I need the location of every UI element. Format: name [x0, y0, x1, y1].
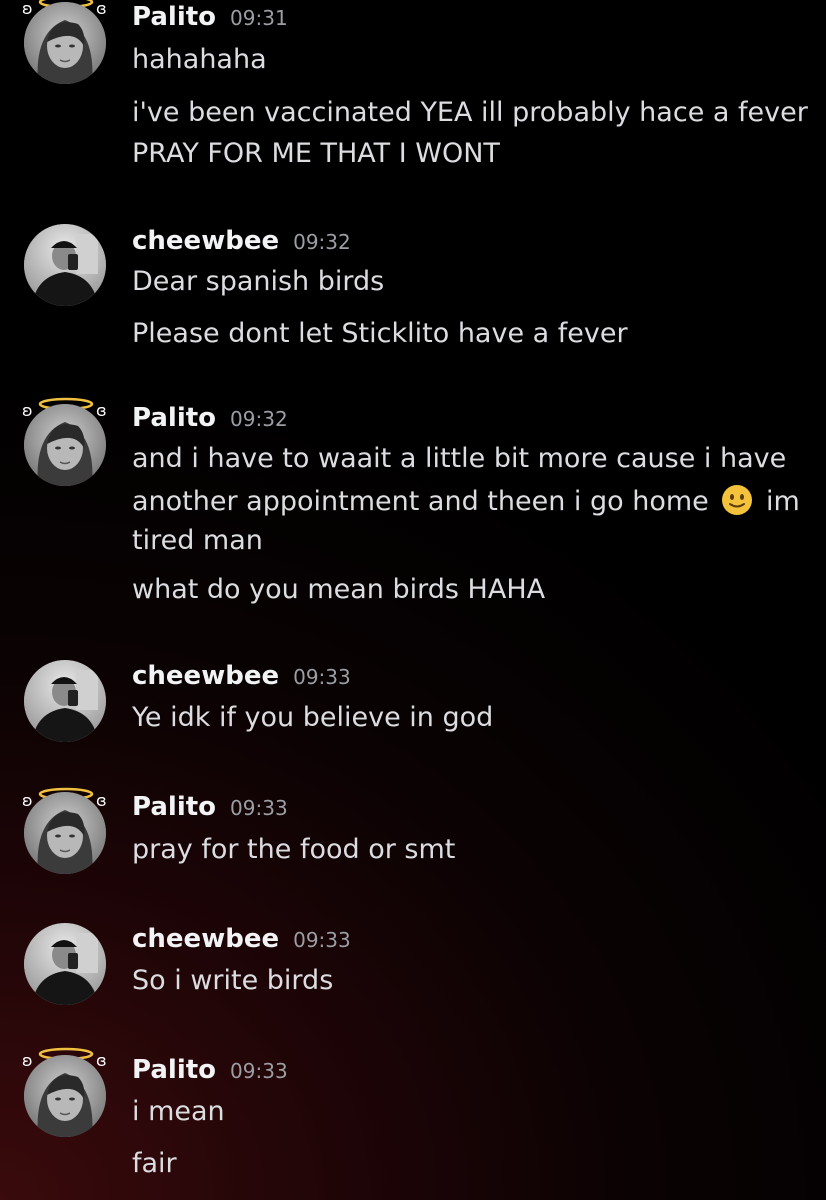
avatar[interactable]	[24, 404, 106, 486]
message-text-with-emoji: another appointment and theen i go home …	[132, 484, 800, 517]
username[interactable]: Palito 09:32	[132, 403, 288, 433]
username[interactable]: cheewbee 09:33	[132, 924, 351, 954]
author-name[interactable]: cheewbee	[132, 226, 279, 256]
message-text: Ye idk if you believe in god	[132, 702, 494, 733]
svg-text:ʚ: ʚ	[22, 791, 33, 808]
author-name[interactable]: Palito	[132, 1055, 216, 1085]
svg-text:ɞ: ɞ	[96, 791, 107, 808]
message-text: another appointment and theen i go home	[132, 486, 709, 517]
timestamp: 09:32	[293, 230, 351, 254]
timestamp: 09:33	[230, 796, 288, 820]
message-text: and i have to waait a little bit more ca…	[132, 443, 787, 474]
message-text: what do you mean birds HAHA	[132, 574, 546, 605]
svg-text:ɞ: ɞ	[96, 401, 107, 418]
username[interactable]: cheewbee 09:33	[132, 661, 351, 691]
message-text: Dear spanish birds	[132, 266, 385, 297]
username[interactable]: cheewbee 09:32	[132, 226, 351, 256]
svg-text:ʚ: ʚ	[22, 1051, 33, 1068]
avatar[interactable]	[24, 2, 106, 84]
message-text: i mean	[132, 1096, 225, 1127]
message-text: im	[765, 486, 800, 517]
author-name[interactable]: Palito	[132, 403, 216, 433]
author-name[interactable]: cheewbee	[132, 924, 279, 954]
avatar[interactable]	[24, 792, 106, 874]
message-text: hahahaha	[132, 44, 267, 75]
message-text: So i write birds	[132, 965, 334, 996]
message-text: tired man	[132, 525, 263, 556]
message-text: pray for the food or smt	[132, 834, 456, 865]
svg-text:ʚ: ʚ	[22, 401, 33, 418]
timestamp: 09:33	[230, 1059, 288, 1083]
author-name[interactable]: Palito	[132, 792, 216, 822]
username[interactable]: Palito 09:33	[132, 792, 288, 822]
message-text: PRAY FOR ME THAT I WONT	[132, 138, 500, 169]
slightly-smiling-face-emoji	[721, 484, 753, 516]
timestamp: 09:32	[230, 407, 288, 431]
timestamp: 09:33	[293, 928, 351, 952]
svg-text:ʚ: ʚ	[22, 0, 33, 16]
message-text: Please dont let Sticklito have a fever	[132, 318, 628, 349]
avatar[interactable]	[24, 224, 106, 306]
avatar[interactable]	[24, 923, 106, 1005]
avatar[interactable]	[24, 1055, 106, 1137]
avatar[interactable]	[24, 660, 106, 742]
timestamp: 09:31	[230, 6, 288, 30]
username[interactable]: Palito 09:31	[132, 2, 288, 32]
svg-text:ɞ: ɞ	[96, 1051, 107, 1068]
message-text: fair	[132, 1148, 177, 1179]
svg-text:ɞ: ɞ	[96, 0, 107, 16]
message-text: i've been vaccinated YEA ill probably ha…	[132, 97, 808, 128]
username[interactable]: Palito 09:33	[132, 1055, 288, 1085]
author-name[interactable]: cheewbee	[132, 661, 279, 691]
author-name[interactable]: Palito	[132, 2, 216, 32]
timestamp: 09:33	[293, 665, 351, 689]
